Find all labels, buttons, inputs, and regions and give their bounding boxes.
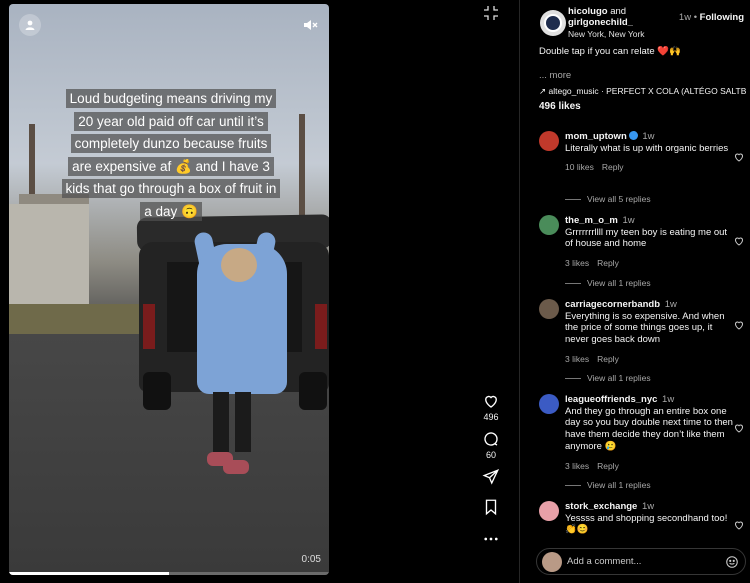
comment-likes[interactable]: 3 likes: [565, 461, 589, 471]
comment-user[interactable]: stork_exchange: [565, 501, 637, 512]
video-progress-fill: [9, 572, 169, 575]
reply-button[interactable]: Reply: [597, 354, 619, 364]
person-icon[interactable]: [19, 14, 41, 36]
post-panel: hicolugo and girlgonechild_ New York, Ne…: [519, 0, 750, 583]
comment-count: 60: [485, 450, 496, 460]
post-likes[interactable]: 496 likes: [539, 101, 581, 112]
comment-text: Grrrrrrrllll my teen boy is eating me ou…: [565, 226, 728, 250]
tire: [143, 372, 171, 410]
comment-likes[interactable]: 3 likes: [565, 354, 589, 364]
tail-light: [315, 304, 327, 349]
comment-heart-icon[interactable]: [733, 319, 745, 331]
reply-button[interactable]: Reply: [597, 461, 619, 471]
more-dots-icon[interactable]: [482, 530, 500, 548]
tail-light: [143, 304, 155, 349]
post-caption: Double tap if you can relate ❤️🙌: [539, 46, 681, 57]
comment-bubble-icon[interactable]: [482, 430, 500, 448]
comment-text: Everything is so expensive. And when the…: [565, 310, 725, 346]
author2-link[interactable]: girlgonechild_: [568, 17, 633, 28]
post-age: 1w: [678, 12, 692, 23]
comment-time: 1w: [641, 501, 655, 512]
video-caption: Loud budgeting means driving my 20 year …: [61, 88, 281, 223]
share-action[interactable]: [482, 468, 500, 486]
comment-avatar[interactable]: [539, 394, 559, 414]
viewer-avatar: [542, 552, 562, 572]
comment-time: 1w: [664, 299, 677, 310]
music-arrow-icon: ↗: [539, 86, 547, 96]
person-head: [221, 248, 257, 282]
collapse-arrows-icon[interactable]: [482, 4, 500, 22]
author1-link[interactable]: hicolugo: [568, 6, 608, 17]
post-age-follow: 1w • Following: [678, 12, 744, 23]
view-replies-button[interactable]: View all 1 replies: [565, 278, 651, 288]
comment-user[interactable]: mom_uptown: [565, 131, 627, 142]
comment-avatar[interactable]: [539, 299, 559, 319]
author-joiner: and: [610, 6, 627, 17]
comment-user[interactable]: leagueoffriends_nyc: [565, 394, 657, 405]
view-replies-button[interactable]: View all 1 replies: [565, 373, 651, 383]
speaker-muted-icon[interactable]: [301, 16, 319, 34]
view-replies-button[interactable]: View all 5 replies: [565, 194, 651, 204]
leg: [213, 392, 229, 452]
comment-time: 1w: [642, 131, 655, 142]
comment-action[interactable]: 60: [482, 430, 500, 460]
like-action[interactable]: 496: [482, 392, 500, 422]
comment-heart-icon[interactable]: [733, 519, 745, 531]
comment-heart-icon[interactable]: [733, 151, 745, 163]
reel-video[interactable]: Loud budgeting means driving my 20 year …: [9, 4, 329, 575]
comment-input[interactable]: [567, 550, 717, 573]
comment-input-bar: [536, 548, 746, 575]
comment-text: Literally what is up with organic berrie…: [565, 142, 729, 154]
save-action[interactable]: [482, 498, 500, 516]
verified-badge-icon: [628, 131, 638, 140]
emoji-icon[interactable]: [725, 555, 739, 569]
author-names: hicolugo and girlgonechild_: [568, 6, 633, 28]
comment-avatar[interactable]: [539, 131, 559, 151]
following-button[interactable]: Following: [700, 12, 744, 23]
tire: [299, 372, 327, 410]
leg: [235, 392, 251, 452]
reply-button[interactable]: Reply: [602, 162, 624, 172]
action-column: 496 60: [474, 392, 508, 556]
share-paper-plane-icon[interactable]: [482, 468, 500, 486]
comment-text: Yessss and shopping secondhand too! 👏😊: [565, 512, 728, 536]
author-avatar[interactable]: [540, 10, 566, 36]
bookmark-icon[interactable]: [482, 498, 500, 516]
comment-likes[interactable]: 3 likes: [565, 258, 589, 268]
reply-button[interactable]: Reply: [597, 258, 619, 268]
more-action[interactable]: [482, 530, 500, 548]
comment-avatar[interactable]: [539, 215, 559, 235]
comment-user[interactable]: the_m_o_m: [565, 215, 618, 226]
like-count: 496: [483, 412, 499, 422]
heart-icon[interactable]: [482, 392, 500, 410]
video-progress[interactable]: [9, 572, 329, 575]
shoe: [223, 460, 249, 474]
post-header: hicolugo and girlgonechild_ New York, Ne…: [540, 6, 750, 40]
music-link[interactable]: ↗ altego_music · PERFECT X COLA (ALTÉGO …: [539, 86, 747, 97]
comment-likes[interactable]: 10 likes: [565, 162, 594, 172]
comment-time: 1w: [662, 394, 675, 405]
comment-time: 1w: [622, 215, 635, 226]
post-location[interactable]: New York, New York: [568, 29, 645, 39]
comment-user[interactable]: carriagecornerbandb: [565, 299, 660, 310]
comment-heart-icon[interactable]: [733, 235, 745, 247]
video-timer: 0:05: [301, 554, 321, 565]
comment-heart-icon[interactable]: [733, 422, 745, 434]
view-replies-button[interactable]: View all 1 replies: [565, 480, 651, 490]
comment-avatar[interactable]: [539, 501, 559, 521]
comment-text: And they go through an entire box one da…: [565, 405, 733, 452]
more-link[interactable]: ... more: [539, 70, 571, 81]
